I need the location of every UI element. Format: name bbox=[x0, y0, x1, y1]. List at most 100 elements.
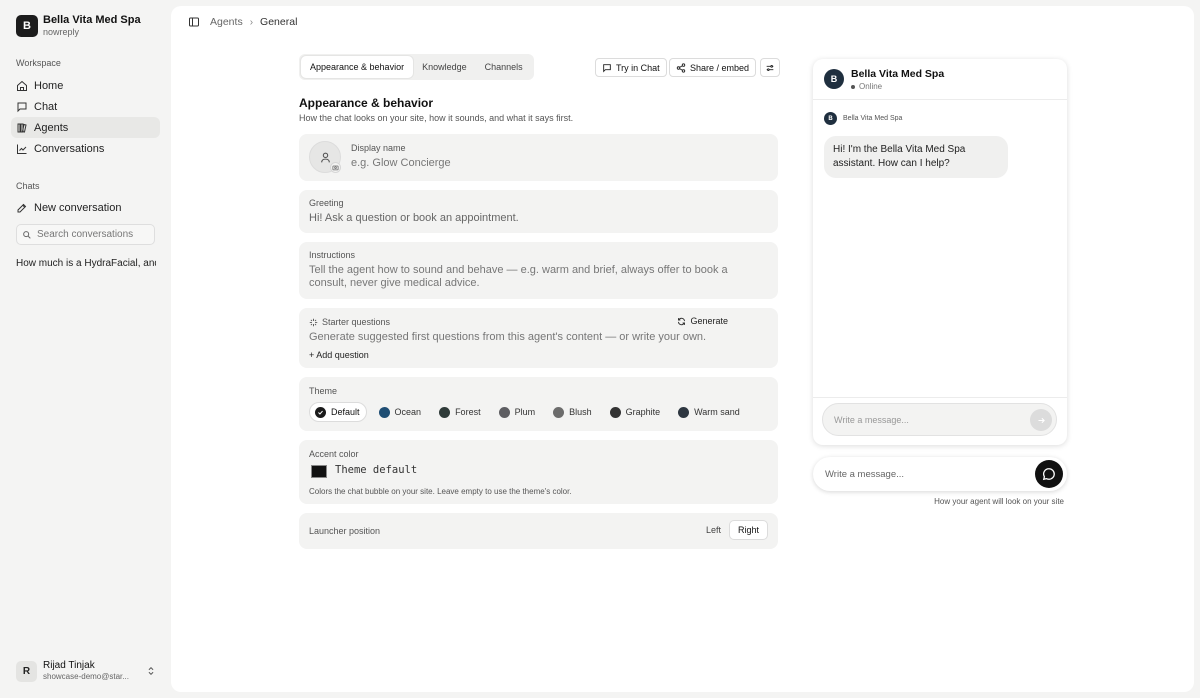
sparkle-icon bbox=[309, 318, 318, 326]
section-title: Appearance & behavior bbox=[299, 96, 434, 110]
workspace-switcher[interactable]: B Bella Vita Med Spa nowreply bbox=[16, 14, 141, 38]
starter-questions-card: Starter questions Generate Generate sugg… bbox=[299, 308, 778, 368]
starter-questions-label: Starter questions bbox=[322, 317, 391, 327]
settings-button[interactable] bbox=[760, 58, 780, 77]
search-placeholder: Search conversations bbox=[37, 229, 134, 240]
sidebar-item-label: Chat bbox=[34, 100, 58, 113]
launcher-preview[interactable]: Write a message... bbox=[813, 457, 1067, 491]
accent-color-label: Accent color bbox=[309, 449, 359, 459]
instructions-input[interactable]: Tell the agent how to sound and behave —… bbox=[309, 264, 764, 290]
accent-color-help: Colors the chat bubble on your site. Lea… bbox=[309, 487, 572, 496]
avatar: R bbox=[16, 660, 37, 682]
main-panel: Agents › General Appearance & behavior K… bbox=[171, 6, 1194, 692]
user-icon bbox=[320, 152, 330, 162]
display-name-label: Display name bbox=[351, 143, 406, 153]
theme-option-label: Warm sand bbox=[694, 407, 740, 417]
chevron-right-icon: › bbox=[249, 16, 254, 28]
sidebar-item-conversations[interactable]: Conversations bbox=[11, 138, 160, 159]
theme-option-label: Graphite bbox=[625, 407, 661, 417]
check-icon bbox=[315, 406, 326, 418]
tab-channels[interactable]: Channels bbox=[476, 56, 532, 78]
try-in-chat-button[interactable]: Try in Chat bbox=[595, 58, 667, 77]
starter-questions-header: Starter questions bbox=[309, 317, 390, 327]
preview-caption: How your agent will look on your site bbox=[934, 497, 1064, 506]
try-in-chat-label: Try in Chat bbox=[616, 62, 660, 73]
theme-swatch bbox=[678, 406, 690, 418]
breadcrumb: Agents › General bbox=[188, 16, 297, 28]
sidebar-item-label: Agents bbox=[34, 121, 69, 134]
launcher-position-card: Launcher position Left Right bbox=[299, 513, 778, 549]
theme-swatch bbox=[378, 406, 390, 418]
launcher-position-right[interactable]: Right bbox=[728, 520, 768, 540]
new-conversation-button[interactable]: New conversation bbox=[11, 197, 160, 218]
share-icon bbox=[676, 62, 686, 73]
preview-message-input[interactable]: Write a message... bbox=[822, 403, 1057, 436]
user-email: showcase-demo@star... bbox=[43, 672, 129, 681]
greeting-message: Hi! I'm the Bella Vita Med Spa assistant… bbox=[824, 136, 1008, 178]
theme-option-forest[interactable]: Forest bbox=[439, 402, 481, 422]
tab-knowledge[interactable]: Knowledge bbox=[413, 56, 476, 78]
chat-icon bbox=[17, 102, 27, 112]
chevron-up-down-icon bbox=[148, 666, 154, 676]
generate-label: Generate bbox=[690, 316, 728, 326]
greeting-label: Greeting bbox=[309, 198, 344, 208]
share-embed-button[interactable]: Share / embed bbox=[669, 58, 757, 77]
theme-swatch bbox=[498, 406, 510, 418]
avatar: B bbox=[824, 69, 844, 89]
display-name-card: Display name e.g. Glow Concierge bbox=[299, 134, 778, 181]
preview-agent-name: Bella Vita Med Spa bbox=[851, 68, 945, 80]
theme-swatch bbox=[553, 406, 565, 418]
theme-option-plum[interactable]: Plum bbox=[498, 402, 535, 422]
chats-section-label: Chats bbox=[16, 181, 40, 191]
avatar: B bbox=[824, 112, 837, 125]
theme-label: Theme bbox=[309, 386, 338, 396]
theme-option-graphite[interactable]: Graphite bbox=[609, 402, 661, 422]
sidebar-item-chat[interactable]: Chat bbox=[11, 96, 160, 117]
generate-button[interactable]: Generate bbox=[677, 316, 728, 326]
starter-questions-description: Generate suggested first questions from … bbox=[309, 331, 707, 343]
tab-bar: Appearance & behavior Knowledge Channels bbox=[299, 54, 534, 80]
message-author-name: Bella Vita Med Spa bbox=[843, 115, 903, 122]
accent-color-card: Accent color Theme default Colors the ch… bbox=[299, 440, 778, 504]
theme-option-ocean[interactable]: Ocean bbox=[378, 402, 421, 422]
display-name-input[interactable]: e.g. Glow Concierge bbox=[351, 157, 451, 170]
home-icon bbox=[17, 80, 27, 91]
theme-option-label: Forest bbox=[455, 407, 481, 417]
send-button[interactable] bbox=[1030, 409, 1052, 431]
section-description: How the chat looks on your site, how it … bbox=[299, 113, 574, 123]
theme-option-label: Blush bbox=[569, 407, 592, 417]
tab-appearance[interactable]: Appearance & behavior bbox=[301, 56, 414, 78]
workspace-section-label: Workspace bbox=[16, 58, 61, 68]
arrow-right-icon bbox=[1038, 417, 1045, 423]
conversation-item[interactable]: How much is a HydraFacial, and... bbox=[16, 258, 156, 269]
status-text: Online bbox=[859, 82, 883, 91]
sidebar-item-agents[interactable]: Agents bbox=[11, 117, 160, 138]
user-menu[interactable]: R Rijad Tinjak showcase-demo@star... bbox=[16, 660, 156, 682]
accent-color-swatch[interactable] bbox=[311, 465, 327, 478]
sidebar-item-label: Home bbox=[34, 79, 64, 92]
theme-option-warm-sand[interactable]: Warm sand bbox=[678, 402, 740, 422]
chat-bubble-icon bbox=[1042, 468, 1055, 481]
launcher-placeholder: Write a message... bbox=[825, 468, 905, 480]
theme-option-default[interactable]: Default bbox=[309, 402, 367, 422]
instructions-card: Instructions Tell the agent how to sound… bbox=[299, 242, 778, 299]
greeting-input[interactable]: Hi! Ask a question or book an appointmen… bbox=[309, 212, 519, 225]
launcher-button[interactable] bbox=[1035, 460, 1063, 488]
theme-swatch bbox=[439, 406, 451, 418]
launcher-position-left[interactable]: Left bbox=[698, 520, 729, 540]
search-conversations-input[interactable]: Search conversations bbox=[16, 224, 155, 245]
sidebar-item-home[interactable]: Home bbox=[11, 75, 160, 96]
theme-card: Theme Default Ocean Forest Plum Blush Gr… bbox=[299, 377, 778, 431]
chat-preview: B Bella Vita Med Spa Online B Bella Vita… bbox=[813, 59, 1067, 445]
launcher-position-label: Launcher position bbox=[309, 526, 381, 536]
online-dot-icon bbox=[851, 84, 855, 89]
add-question-button[interactable]: + Add question bbox=[309, 350, 369, 360]
workspace-name: Bella Vita Med Spa bbox=[43, 14, 141, 26]
sidebar-toggle-icon[interactable] bbox=[188, 16, 200, 28]
sidebar-item-label: Conversations bbox=[34, 142, 105, 155]
theme-option-blush[interactable]: Blush bbox=[553, 402, 592, 422]
launcher-position-toggle: Left Right bbox=[698, 520, 768, 540]
camera-icon[interactable] bbox=[330, 162, 341, 173]
breadcrumb-agents[interactable]: Agents bbox=[210, 16, 243, 28]
accent-color-input[interactable]: Theme default bbox=[335, 464, 417, 476]
